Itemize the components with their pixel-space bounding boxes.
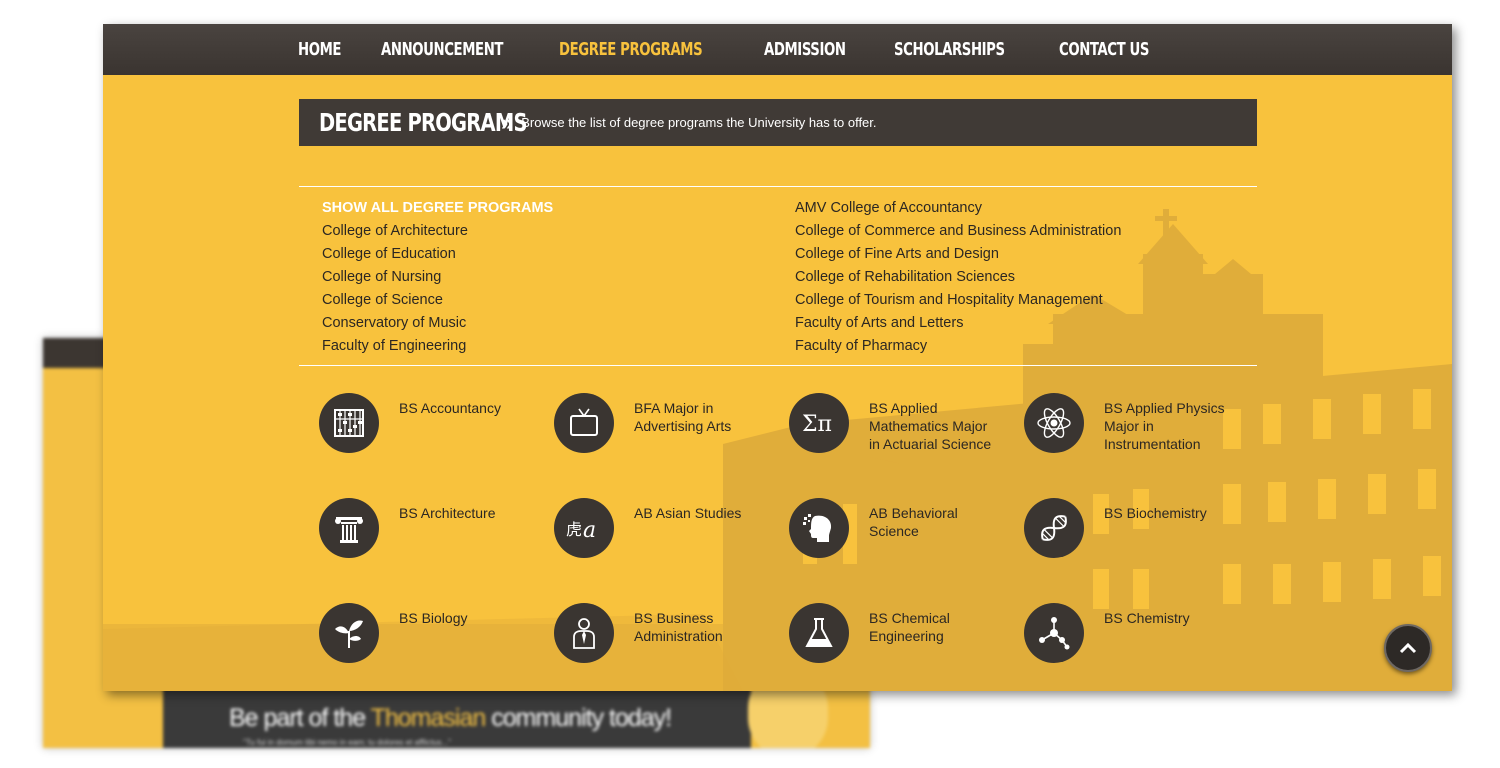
program-label: BS Applied Physics Major in Instrumentat… — [1104, 400, 1225, 452]
program-item[interactable]: AB Behavioral Science — [789, 498, 1024, 603]
flask-icon — [789, 603, 849, 663]
program-item[interactable]: 虎a AB Asian Studies — [554, 498, 789, 603]
program-label: AB Behavioral Science — [869, 505, 958, 539]
nav-announcement[interactable]: ANNOUNCEMENT — [381, 39, 503, 60]
college-link[interactable]: College of Architecture — [322, 220, 795, 243]
program-item[interactable]: BS Business Administration — [554, 603, 789, 691]
molecule-icon — [1024, 603, 1084, 663]
program-grid: BS Accountancy BFA Major in Advertising … — [319, 393, 1279, 691]
program-item[interactable]: BS Biochemistry — [1024, 498, 1259, 603]
show-all-programs-link[interactable]: SHOW ALL DEGREE PROGRAMS — [322, 197, 795, 220]
college-list-right: AMV College of Accountancy College of Co… — [795, 197, 1268, 358]
program-label: BS Chemical Engineering — [869, 610, 950, 644]
college-link[interactable]: College of Rehabilitation Sciences — [795, 266, 1268, 289]
college-list: SHOW ALL DEGREE PROGRAMS College of Arch… — [322, 197, 1272, 358]
abacus-icon — [319, 393, 379, 453]
back-to-top-button[interactable] — [1384, 624, 1432, 672]
businessman-icon — [554, 603, 614, 663]
program-item[interactable]: BFA Major in Advertising Arts — [554, 393, 789, 498]
program-item[interactable]: BS Biology — [319, 603, 554, 691]
program-item[interactable]: BS Chemical Engineering — [789, 603, 1024, 691]
nav-contact-us[interactable]: CONTACT US — [1059, 39, 1149, 60]
tv-icon — [554, 393, 614, 453]
svg-text:虎: 虎 — [566, 520, 582, 539]
atom-icon — [1024, 393, 1084, 453]
asian-character-icon: 虎a — [554, 498, 614, 558]
program-label: BS Biochemistry — [1104, 505, 1207, 521]
nav-degree-programs[interactable]: DEGREE PROGRAMS — [559, 39, 703, 60]
top-nav: HOME ANNOUNCEMENT DEGREE PROGRAMS ADMISS… — [103, 24, 1452, 75]
program-label: BS Accountancy — [399, 400, 501, 416]
college-list-left: SHOW ALL DEGREE PROGRAMS College of Arch… — [322, 197, 795, 358]
program-item[interactable]: BS Chemistry — [1024, 603, 1259, 691]
program-label: BS Business Administration — [634, 610, 723, 644]
college-link[interactable]: Conservatory of Music — [322, 312, 795, 335]
background-headline: Be part of the Thomasian community today… — [229, 704, 672, 732]
divider-bottom — [299, 365, 1257, 366]
program-label: BS Architecture — [399, 505, 496, 521]
college-link[interactable]: College of Commerce and Business Adminis… — [795, 220, 1268, 243]
svg-text:Σπ: Σπ — [802, 412, 832, 437]
college-link[interactable]: AMV College of Accountancy — [795, 197, 1268, 220]
college-link[interactable]: College of Science — [322, 289, 795, 312]
page-title-bar: DEGREE PROGRAMS » Browse the list of deg… — [299, 99, 1257, 146]
page-description: Browse the list of degree programs the U… — [521, 115, 877, 130]
svg-text:a: a — [583, 518, 596, 543]
college-link[interactable]: College of Education — [322, 243, 795, 266]
degree-programs-panel: HOME ANNOUNCEMENT DEGREE PROGRAMS ADMISS… — [103, 24, 1452, 691]
college-link[interactable]: Faculty of Arts and Letters — [795, 312, 1268, 335]
nav-scholarships[interactable]: SCHOLARSHIPS — [894, 39, 1005, 60]
program-item[interactable]: Σπ BS Applied Mathematics Major in Actua… — [789, 393, 1024, 498]
college-link[interactable]: Faculty of Pharmacy — [795, 335, 1268, 358]
chevron-up-icon — [1399, 642, 1417, 654]
program-label: BFA Major in Advertising Arts — [634, 400, 732, 434]
program-label: AB Asian Studies — [634, 505, 742, 521]
nav-home[interactable]: HOME — [298, 39, 341, 60]
college-link[interactable]: College of Nursing — [322, 266, 795, 289]
college-link[interactable]: College of Fine Arts and Design — [795, 243, 1268, 266]
college-link[interactable]: College of Tourism and Hospitality Manag… — [795, 289, 1268, 312]
program-item[interactable]: BS Architecture — [319, 498, 554, 603]
divider-top — [299, 186, 1257, 187]
nav-admission[interactable]: ADMISSION — [764, 39, 846, 60]
program-item[interactable]: BS Applied Physics Major in Instrumentat… — [1024, 393, 1259, 498]
sigma-pi-icon: Σπ — [789, 393, 849, 453]
background-subtitle: "Tu fui in domum tibi nemo in eam; tu do… — [243, 738, 451, 747]
column-icon — [319, 498, 379, 558]
plant-icon — [319, 603, 379, 663]
program-label: BS Chemistry — [1104, 610, 1190, 626]
program-label: BS Biology — [399, 610, 468, 626]
head-puzzle-icon — [789, 498, 849, 558]
program-item[interactable]: BS Accountancy — [319, 393, 554, 498]
dna-icon — [1024, 498, 1084, 558]
program-label: BS Applied Mathematics Major in Actuaria… — [869, 400, 992, 452]
college-link[interactable]: Faculty of Engineering — [322, 335, 795, 358]
page-title: DEGREE PROGRAMS — [319, 108, 527, 137]
